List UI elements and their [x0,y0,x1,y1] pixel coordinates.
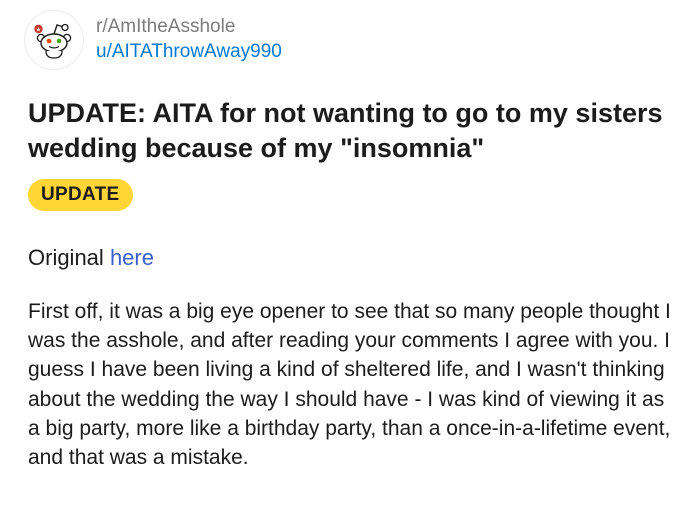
post-header: ★ r/AmItheAsshole u/AITAThrowAway990 [24,10,282,70]
subreddit-avatar[interactable]: ★ [24,10,84,70]
original-post-link[interactable]: here [110,245,154,270]
reddit-snoo-icon: ★ [34,23,72,59]
post-meta: r/AmItheAsshole u/AITAThrowAway990 [96,15,282,65]
subreddit-name[interactable]: r/AmItheAsshole [96,15,282,39]
post-body: First off, it was a big eye opener to se… [28,300,671,470]
post-flair[interactable]: UPDATE [28,179,133,211]
author-username[interactable]: u/AITAThrowAway990 [96,39,282,65]
original-label: Original [28,245,104,270]
post-title: UPDATE: AITA for not wanting to go to my… [28,98,663,163]
svg-text:★: ★ [36,27,41,34]
original-post-line: Original here [28,243,154,273]
